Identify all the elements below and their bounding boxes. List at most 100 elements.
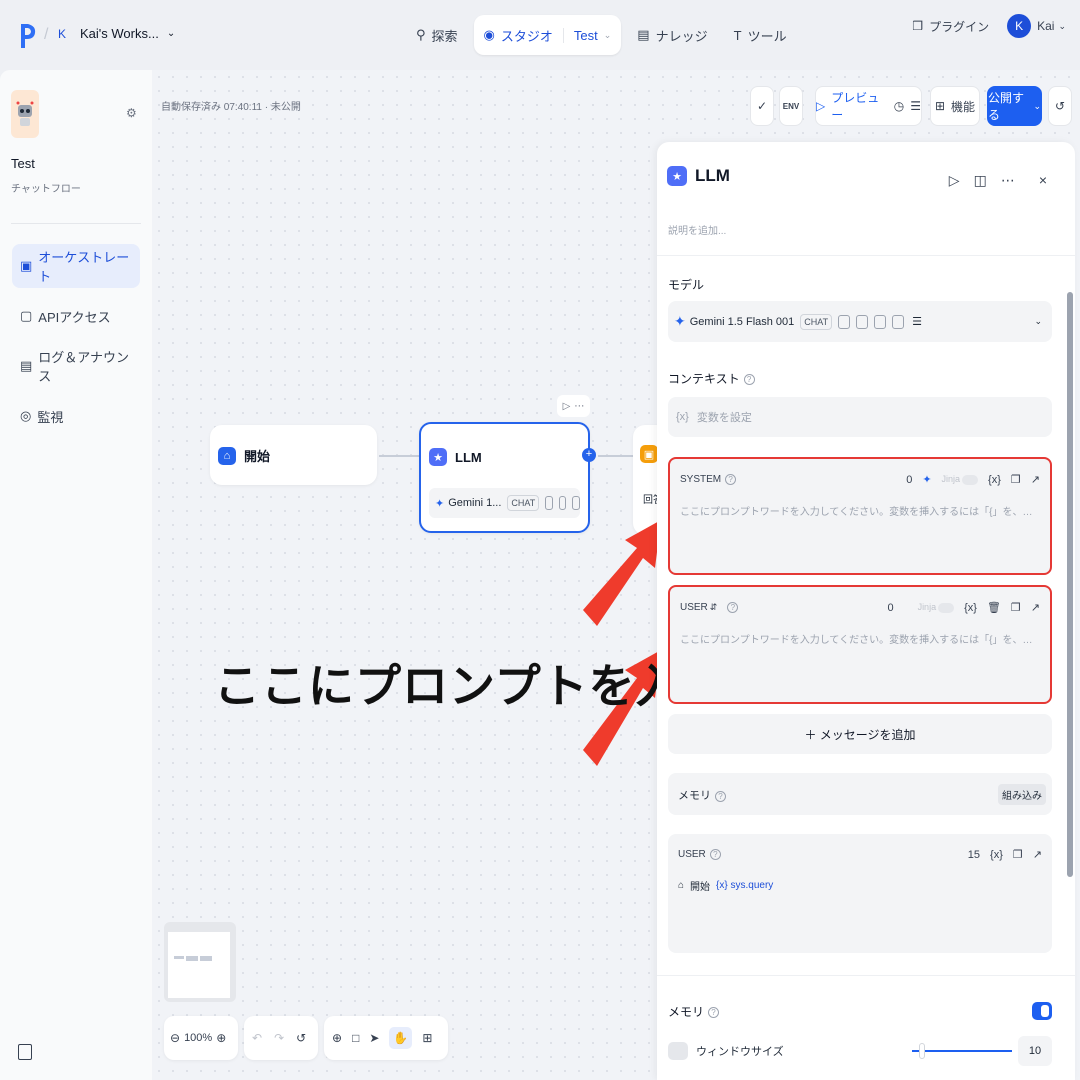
memory-user-box[interactable]: USER? 15 {x} ❐ ↗ ⌂ 開始 {x} sys.query: [668, 834, 1052, 953]
window-size-value[interactable]: 10: [1018, 1036, 1052, 1066]
sidebar-item-label: オーケストレート: [38, 250, 130, 284]
settings-sliders-icon[interactable]: ⚙: [126, 106, 137, 120]
run-node-icon[interactable]: ▷: [563, 401, 571, 412]
add-node-handle[interactable]: +: [582, 448, 596, 462]
preview-label[interactable]: プレビュー: [831, 89, 888, 123]
variable-icon[interactable]: {x}: [988, 474, 1001, 486]
variable-icon[interactable]: {x}: [964, 602, 977, 614]
vision-icon: [545, 496, 553, 510]
model-params-icon[interactable]: ☰: [912, 315, 922, 328]
zoom-level[interactable]: 100%: [184, 1032, 212, 1044]
publish-button[interactable]: 公開する ⌄: [987, 86, 1042, 126]
more-icon[interactable]: ⋯: [1001, 172, 1015, 189]
checklist-icon: ✓: [756, 99, 768, 113]
pointer-icon[interactable]: ➤: [369, 1031, 379, 1045]
nav-studio[interactable]: ◉ スタジオ Test ⌄: [473, 15, 622, 55]
organize-icon[interactable]: ⊞: [422, 1031, 432, 1045]
sparkle-icon[interactable]: ✦: [922, 473, 931, 486]
help-icon[interactable]: ?: [743, 374, 755, 386]
expand-icon[interactable]: ↗: [1031, 601, 1040, 614]
help-icon[interactable]: ?: [709, 849, 721, 860]
minimap[interactable]: [164, 922, 236, 1002]
variable-icon[interactable]: {x}: [990, 849, 1003, 861]
more-icon[interactable]: ⋯: [574, 401, 584, 412]
plugin-button[interactable]: ❒ プラグイン: [912, 18, 989, 35]
sidebar-item-logs[interactable]: ▤ ログ＆アナウンス: [12, 344, 140, 388]
run-icon[interactable]: ▷: [949, 172, 960, 189]
workspace-switcher[interactable]: K Kai's Works... ⌄: [58, 26, 175, 41]
help-icon[interactable]: ?: [715, 790, 726, 802]
context-variable-input[interactable]: {x} 変数を設定: [668, 397, 1052, 437]
expand-icon[interactable]: ↗: [1031, 473, 1040, 486]
llm-icon: ★: [667, 166, 687, 186]
history-run-icon[interactable]: ◷: [894, 99, 904, 113]
context-placeholder: 変数を設定: [696, 412, 752, 424]
sidebar-item-label: ログ＆アナウンス: [38, 350, 130, 384]
panel-title[interactable]: LLM: [695, 166, 730, 186]
copy-icon[interactable]: ❐: [1011, 473, 1021, 486]
builtin-badge[interactable]: 組み込み: [998, 784, 1046, 805]
zoom-out-icon[interactable]: ⊖: [170, 1031, 180, 1045]
user-prompt-input[interactable]: ここにプロンプトワードを入力してください。変数を挿入するには「{」を、プロンプト…: [680, 631, 1040, 646]
add-message-button[interactable]: ＋ メッセージを追加: [668, 714, 1052, 754]
system-prompt-header: SYSTEM? 0 ✦ Jinja {x} ❐ ↗: [680, 473, 1040, 487]
panel-scrollbar[interactable]: [1067, 292, 1073, 877]
document-icon: [558, 496, 567, 510]
help-icon[interactable]: ?: [727, 602, 739, 613]
hand-icon[interactable]: ✋: [389, 1027, 413, 1049]
help-icon[interactable]: ?: [725, 474, 737, 485]
user-prompt-box[interactable]: USER ⇵ ? 0 Jinja {x} 🗑 ❐ ↗ ここにプロンプトワードを入…: [668, 585, 1052, 704]
jinja-toggle[interactable]: Jinja: [942, 474, 979, 485]
sidebar-item-monitor[interactable]: ◎ 監視: [12, 394, 140, 438]
canvas-tools: ⊕ □ ➤ ✋ ⊞: [324, 1016, 448, 1060]
nav-explore[interactable]: ⚲ 探索: [406, 15, 468, 55]
zoom-in-icon[interactable]: ⊕: [216, 1031, 226, 1045]
help-icon[interactable]: ?: [708, 1007, 720, 1019]
book-icon[interactable]: ◫: [974, 172, 987, 189]
checklist-button[interactable]: ✓: [750, 86, 774, 126]
terminal-icon: ▢: [20, 308, 33, 323]
user-menu[interactable]: K Kai ⌄: [1007, 14, 1066, 38]
memory-label: メモリ?: [678, 787, 726, 803]
history-icon[interactable]: ↺: [296, 1031, 306, 1045]
app-logo[interactable]: [18, 22, 38, 50]
start-node[interactable]: ⌂ 開始: [210, 425, 377, 485]
expand-icon[interactable]: ↗: [1033, 848, 1042, 861]
top-bar: / K Kai's Works... ⌄ ⚲ 探索 ◉ スタジオ Test ⌄ …: [0, 0, 1080, 70]
features-button[interactable]: ⊞ 機能: [930, 86, 980, 126]
close-icon[interactable]: ×: [1039, 172, 1047, 189]
system-prompt-box[interactable]: SYSTEM? 0 ✦ Jinja {x} ❐ ↗ ここにプロンプトワードを入力…: [668, 457, 1052, 575]
memory-toggle[interactable]: [1032, 1002, 1052, 1020]
copy-icon[interactable]: ❐: [1011, 601, 1021, 614]
home-icon: ⌂: [218, 446, 236, 465]
sidebar-item-orchestrate[interactable]: ▣ オーケストレート: [12, 244, 140, 288]
description-input[interactable]: 説明を追加...: [668, 222, 726, 237]
add-block-icon[interactable]: ⊕: [332, 1031, 342, 1045]
window-size-slider[interactable]: [912, 1043, 1012, 1059]
trash-icon[interactable]: 🗑: [987, 601, 1001, 614]
system-prompt-input[interactable]: ここにプロンプトワードを入力してください。変数を挿入するには「{」を、プロンプト…: [680, 503, 1040, 518]
collapse-sidebar-icon[interactable]: [18, 1044, 32, 1060]
checklist-panel-icon[interactable]: ☰: [910, 99, 921, 113]
nav-tools-label: ツール: [747, 28, 787, 44]
nav-tools[interactable]: Τ ツール: [724, 15, 797, 55]
model-selector[interactable]: ✦ Gemini 1.5 Flash 001 CHAT ☰ ⌄: [668, 301, 1052, 342]
nav-studio-app[interactable]: Test: [562, 27, 598, 43]
redo-icon[interactable]: ↷: [274, 1031, 284, 1045]
nav-studio-label: スタジオ: [500, 28, 553, 44]
note-icon[interactable]: □: [352, 1031, 359, 1045]
window-size-toggle[interactable]: [668, 1042, 688, 1060]
version-history-button[interactable]: ↺: [1048, 86, 1072, 126]
llm-node[interactable]: ★ LLM ✦ Gemini 1... CHAT +: [419, 422, 596, 533]
jinja-toggle[interactable]: Jinja: [918, 602, 955, 613]
memory-label-text: メモリ: [678, 790, 711, 802]
role-switch-icon[interactable]: ⇵: [710, 602, 718, 613]
slider-thumb[interactable]: [919, 1043, 925, 1059]
env-button[interactable]: ENV: [779, 86, 803, 126]
copy-icon[interactable]: ❐: [1013, 848, 1023, 861]
query-variable[interactable]: {x} sys.query: [716, 880, 773, 891]
nav-knowledge[interactable]: ▤ ナレッジ: [627, 15, 717, 55]
sidebar-item-api[interactable]: ▢ APIアクセス: [12, 294, 140, 338]
play-icon[interactable]: ▷: [816, 99, 825, 113]
undo-icon[interactable]: ↶: [252, 1031, 262, 1045]
